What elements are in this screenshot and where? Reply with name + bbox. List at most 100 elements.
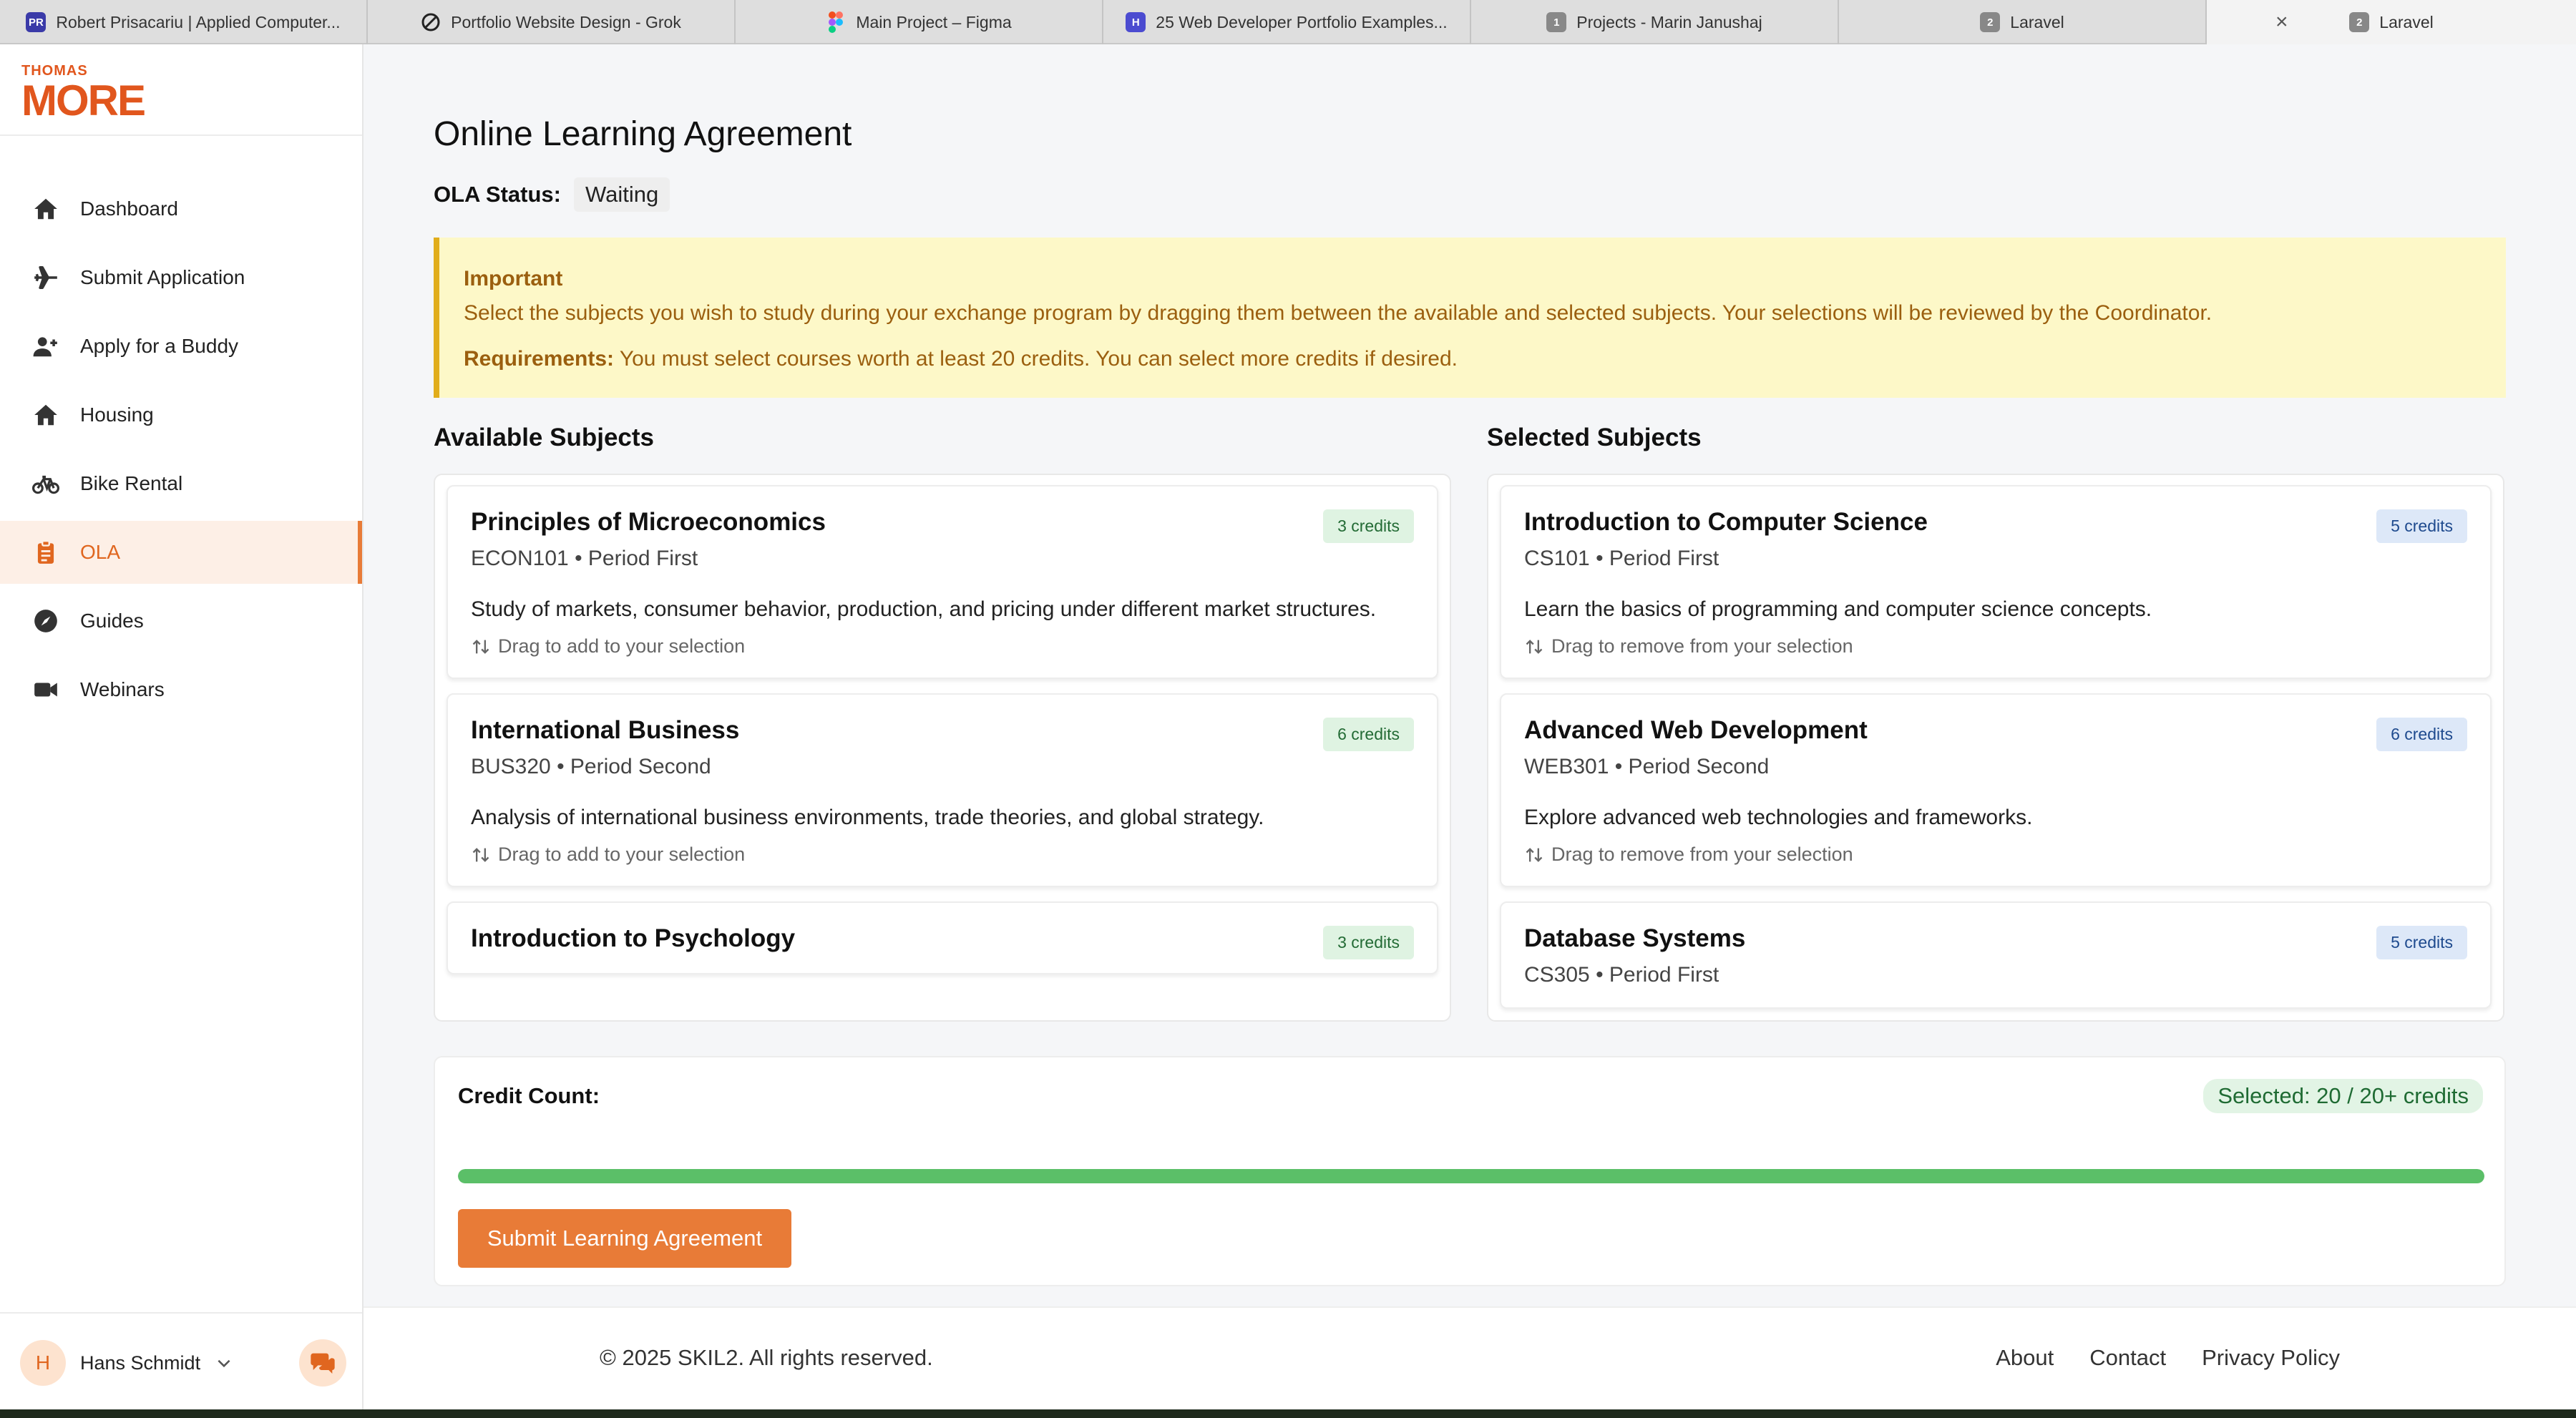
course-card[interactable]: Database Systems CS305 • Period First 5 …: [1500, 901, 2492, 1009]
alert-title: Important: [464, 267, 563, 290]
course-card[interactable]: Principles of Microeconomics ECON101 • P…: [447, 485, 1438, 679]
desktop-background-strip: [0, 1409, 2576, 1418]
home-icon: [31, 401, 60, 429]
browser-tab[interactable]: H 25 Web Developer Portfolio Examples...: [1103, 0, 1471, 44]
chat-button[interactable]: [299, 1339, 346, 1387]
divider: [0, 135, 362, 136]
available-subjects-title: Available Subjects: [434, 424, 654, 451]
course-meta: BUS320 • Period Second: [471, 755, 711, 778]
status-label: OLA Status:: [434, 182, 561, 207]
bike-icon: [31, 469, 60, 498]
footer-link-contact[interactable]: Contact: [2089, 1345, 2166, 1371]
drag-hint: Drag to add to your selection: [471, 635, 1414, 657]
page-title: Online Learning Agreement: [434, 115, 852, 153]
course-name: Introduction to Psychology: [471, 924, 796, 952]
drag-hint-text: Drag to add to your selection: [498, 635, 746, 657]
selected-subjects-panel[interactable]: Introduction to Computer Science CS101 •…: [1487, 474, 2504, 1022]
credit-count-label: Credit Count:: [458, 1083, 600, 1108]
course-meta: WEB301 • Period Second: [1524, 755, 1770, 778]
sidebar-item-label: Guides: [80, 610, 144, 632]
credits-badge: 6 credits: [1323, 718, 1414, 751]
badge-favicon-icon: 1: [1546, 12, 1567, 32]
course-card[interactable]: Introduction to Computer Science CS101 •…: [1500, 485, 2492, 679]
swap-vertical-icon: [472, 639, 489, 654]
credits-badge: 6 credits: [2376, 718, 2467, 751]
credits-badge: 3 credits: [1323, 926, 1414, 959]
badge-favicon-icon: 2: [1980, 12, 2001, 32]
tab-title: Laravel: [2379, 12, 2434, 31]
footer-links: About Contact Privacy Policy: [1996, 1345, 2340, 1371]
sidebar-item-bike-rental[interactable]: Bike Rental: [0, 452, 362, 515]
copyright-text: © 2025 SKIL2. All rights reserved.: [600, 1345, 933, 1370]
course-card[interactable]: International Business BUS320 • Period S…: [447, 693, 1438, 887]
sidebar-item-submit-application[interactable]: Submit Application: [0, 246, 362, 309]
thomas-more-logo[interactable]: THOMAS MORE: [21, 63, 146, 132]
drag-hint: Drag to add to your selection: [471, 844, 1414, 866]
grok-favicon-icon: [421, 12, 441, 32]
selected-subjects-title: Selected Subjects: [1487, 424, 1702, 451]
sidebar-item-ola[interactable]: OLA: [0, 521, 362, 584]
alert-requirements: Requirements: You must select courses wo…: [464, 342, 2506, 376]
footer: © 2025 SKIL2. All rights reserved. About…: [364, 1306, 2576, 1409]
credits-badge: 5 credits: [2376, 926, 2467, 959]
ola-status-row: OLA Status: Waiting: [434, 177, 670, 212]
chevron-down-icon[interactable]: [215, 1354, 233, 1372]
course-description: Analysis of international business envir…: [471, 806, 1264, 829]
browser-tab[interactable]: Main Project – Figma: [736, 0, 1103, 44]
course-meta: CS305 • Period First: [1524, 963, 1719, 987]
browser-tab[interactable]: 1 Projects - Marin Janushaj: [1471, 0, 1839, 44]
course-card[interactable]: Advanced Web Development WEB301 • Period…: [1500, 693, 2492, 887]
browser-tab-bar: PR Robert Prisacariu | Applied Computer.…: [0, 0, 2576, 44]
sidebar-item-housing[interactable]: Housing: [0, 383, 362, 446]
browser-tab[interactable]: 2 Laravel: [1839, 0, 2207, 44]
swap-vertical-icon: [1526, 847, 1543, 862]
course-meta: CS101 • Period First: [1524, 547, 1719, 570]
sidebar: THOMAS MORE Dashboard Submit Application…: [0, 44, 364, 1409]
footer-link-privacy[interactable]: Privacy Policy: [2202, 1345, 2340, 1371]
credit-progress-fill: [458, 1169, 2484, 1183]
course-name: Principles of Microeconomics: [471, 508, 826, 536]
course-card[interactable]: Introduction to Psychology 3 credits: [447, 901, 1438, 974]
sidebar-item-webinars[interactable]: Webinars: [0, 658, 362, 721]
drag-hint-text: Drag to remove from your selection: [1551, 844, 1853, 865]
tab-title: Robert Prisacariu | Applied Computer...: [56, 12, 341, 31]
chat-icon: [311, 1353, 335, 1374]
sidebar-item-dashboard[interactable]: Dashboard: [0, 177, 362, 240]
avatar: H: [20, 1340, 66, 1386]
sidebar-item-label: Dashboard: [80, 197, 178, 220]
logo-bottom-text: MORE: [21, 77, 146, 124]
close-icon[interactable]: ×: [2275, 10, 2288, 34]
user-name: Hans Schmidt: [80, 1351, 201, 1374]
sidebar-item-label: Webinars: [80, 678, 165, 700]
status-badge: Waiting: [573, 177, 670, 212]
sidebar-item-label: Bike Rental: [80, 472, 183, 494]
video-icon: [31, 675, 60, 704]
tab-title: Portfolio Website Design - Grok: [451, 12, 681, 31]
browser-tab-active[interactable]: × 2 Laravel: [2207, 0, 2576, 44]
tab-title: 25 Web Developer Portfolio Examples...: [1156, 12, 1448, 31]
course-name: Advanced Web Development: [1524, 716, 1868, 744]
sidebar-item-label: OLA: [80, 541, 121, 563]
footer-link-about[interactable]: About: [1996, 1345, 2054, 1371]
home-icon: [31, 195, 60, 223]
user-menu[interactable]: H Hans Schmidt: [20, 1338, 356, 1388]
alert-text: Select the subjects you wish to study du…: [464, 301, 2212, 325]
h-favicon-icon: H: [1126, 12, 1146, 32]
sidebar-item-guides[interactable]: Guides: [0, 590, 362, 652]
credit-selected-badge: Selected: 20 / 20+ credits: [2203, 1079, 2483, 1113]
available-subjects-panel[interactable]: Principles of Microeconomics ECON101 • P…: [434, 474, 1451, 1022]
submit-learning-agreement-button[interactable]: Submit Learning Agreement: [458, 1209, 791, 1268]
sidebar-nav: Dashboard Submit Application Apply for a…: [0, 177, 362, 727]
drag-hint-text: Drag to add to your selection: [498, 844, 746, 865]
compass-icon: [31, 607, 60, 635]
main-content: Online Learning Agreement OLA Status: Wa…: [364, 44, 2576, 1409]
tab-title: Main Project – Figma: [856, 12, 1012, 31]
divider: [0, 1312, 362, 1314]
course-description: Learn the basics of programming and comp…: [1524, 597, 2152, 621]
sidebar-item-label: Apply for a Buddy: [80, 335, 239, 357]
requirements-label: Requirements:: [464, 347, 615, 371]
course-description: Study of markets, consumer behavior, pro…: [471, 597, 1377, 621]
browser-tab[interactable]: Portfolio Website Design - Grok: [368, 0, 736, 44]
browser-tab[interactable]: PR Robert Prisacariu | Applied Computer.…: [0, 0, 368, 44]
sidebar-item-apply-buddy[interactable]: Apply for a Buddy: [0, 315, 362, 378]
